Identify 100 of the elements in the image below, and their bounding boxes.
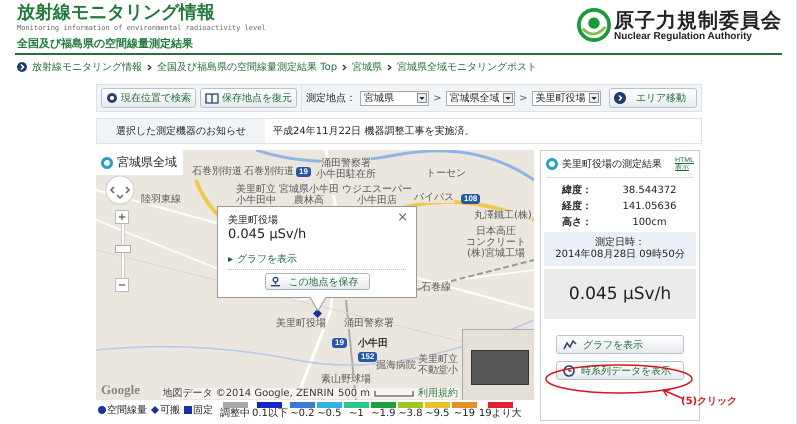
chevron-icon — [387, 64, 392, 70]
legend-label: ~1 — [349, 408, 364, 418]
save-location-button[interactable]: この地点を保存 — [264, 273, 370, 290]
scale-bar-icon — [374, 390, 414, 396]
field-label: 高さ： — [562, 215, 593, 229]
zoom-in-button[interactable] — [115, 210, 129, 224]
map-label: 美里町役場 — [276, 318, 326, 329]
caret-icon — [228, 256, 233, 262]
map-label: (株)宮城工場 — [467, 248, 525, 259]
breadcrumb-link[interactable]: 宮城県 — [352, 60, 382, 74]
map-label: 素山野球場 — [321, 374, 371, 385]
legend-label: ~1.9 — [371, 408, 396, 418]
location-dropdown[interactable]: 宮城県 — [360, 90, 430, 106]
legend-label: ~9.5 — [425, 408, 450, 418]
field-value: 141.05636 — [621, 200, 678, 212]
map-label: バイパス — [414, 192, 454, 203]
map-label: 丸澤鐵工(株) — [474, 210, 532, 221]
line-graph-icon — [563, 340, 577, 350]
graph-link[interactable]: グラフを表示 — [237, 252, 297, 266]
map-label: ウジエスーパー — [342, 184, 412, 195]
diamond-symbol-icon — [151, 406, 159, 414]
date-value: 2014年08月28日 09時50分 — [555, 249, 685, 261]
location-dropdown[interactable]: 宮城県全域 — [446, 90, 516, 106]
breadcrumb-link[interactable]: 放射線モニタリング情報 — [32, 60, 142, 74]
field-label: 緯度： — [562, 183, 593, 197]
popup-name: 美里町役場 — [228, 215, 278, 227]
map-label: 石巻線 — [421, 282, 451, 293]
toolbar-button[interactable]: 保存地点を復元 — [200, 88, 297, 108]
scale-label: 500 m — [338, 388, 370, 399]
route-shield: 108 — [461, 194, 480, 204]
legend-label: 0.1以下 — [252, 408, 288, 418]
logo-name: 原子力規制委員会 — [614, 8, 782, 30]
annotation-text: (5)クリック — [681, 395, 738, 408]
popup-pointer-icon — [310, 297, 326, 311]
location-dropdown[interactable]: 美里町役場 — [532, 90, 602, 106]
viewport-rectangle — [471, 350, 529, 385]
reading-value: 0.045 µSv/h — [544, 269, 696, 319]
popup-value: 0.045 µSv/h — [228, 227, 306, 243]
legend-label: ~3.8 — [398, 408, 423, 418]
toolbar-button[interactable]: 現在位置で検索 — [101, 88, 196, 108]
legend-label: 調整中 — [220, 408, 250, 418]
legend-label: ~19 — [454, 408, 475, 418]
ring-icon — [546, 158, 558, 170]
map-label: 小牛田 — [358, 338, 388, 349]
circle-symbol-icon — [98, 406, 106, 414]
map-view[interactable] — [96, 150, 534, 400]
map-label: 掘海病院 — [376, 360, 416, 371]
crosshair-icon — [106, 92, 118, 104]
map-logo: Google — [101, 382, 140, 398]
chevron-icon — [342, 64, 348, 70]
zoom-out-button[interactable] — [115, 278, 129, 292]
notice-text: 平成24年11月22日 機器調整工事を実施済。 — [272, 124, 474, 139]
separator-text: > — [433, 92, 442, 104]
map-label: 不動堂小 — [418, 365, 458, 376]
map-label: コンクリート — [466, 237, 526, 248]
breadcrumb-link[interactable]: 宮城県全域モニタリングポスト — [397, 60, 538, 74]
route-shield: 19 — [296, 167, 311, 177]
square-symbol-icon — [184, 406, 192, 414]
plus-icon — [118, 213, 126, 221]
map-label: 宮城県小牛田 — [279, 184, 339, 195]
logo-icon — [577, 8, 611, 42]
zoom-slider-handle[interactable] — [115, 245, 131, 253]
legend-label: ~0.2 — [290, 408, 315, 418]
panel-button[interactable]: グラフを表示 — [556, 335, 684, 354]
close-button[interactable]: × — [397, 210, 408, 225]
clock-icon — [563, 364, 575, 376]
book-icon — [205, 92, 219, 104]
map-label: 美里町立 — [236, 184, 276, 195]
legend-label: ~0.5 — [317, 408, 342, 418]
terms-link[interactable]: 利用規約 — [418, 388, 458, 399]
breadcrumb-link[interactable]: 全国及び福島県の空間線量測定結果 Top — [157, 60, 338, 74]
pan-control-icon[interactable] — [105, 175, 135, 205]
field-value: 38.544372 — [621, 184, 678, 196]
map-label: 小牛田駐在所 — [316, 169, 376, 180]
map-label: 涌田警察署 — [344, 318, 394, 329]
legend-label: 19より大 — [478, 408, 522, 418]
map-label: 涌田警察署 — [321, 158, 371, 169]
location-label: 測定地点： — [306, 92, 356, 105]
map-label: 小牛田店 — [357, 195, 397, 206]
legend-label: 可搬 — [160, 404, 180, 417]
overview-map[interactable] — [462, 329, 534, 400]
map-attribution: 地図データ ©2014 Google, ZENRIN — [162, 388, 334, 399]
map-label: 日本高圧 — [476, 226, 516, 237]
site-title: 放射線モニタリング情報 — [17, 2, 216, 24]
panel-title: 美里町役場の測定結果 — [562, 158, 662, 171]
area-move-button[interactable]: エリア移動 — [609, 88, 698, 108]
logo-english: Nuclear Regulation Authority — [614, 30, 753, 42]
section-title: 全国及び福島県の空間線量測定結果 — [17, 36, 194, 52]
ring-icon — [101, 156, 113, 168]
notice-label: 選択した測定機器のお知らせ — [97, 119, 265, 143]
route-shield: 19 — [332, 338, 347, 348]
map-label: 美里町立 — [418, 354, 458, 365]
chevron-icon — [147, 64, 152, 70]
date-label: 測定日時： — [595, 237, 645, 249]
pin-icon — [270, 276, 280, 287]
legend-label: 固定 — [193, 404, 213, 417]
legend-label: 空間線量 — [107, 404, 147, 417]
map-label: 石巻別街道 — [244, 166, 294, 177]
separator-text: > — [519, 92, 528, 104]
map-label: 小牛田中 — [236, 195, 276, 206]
